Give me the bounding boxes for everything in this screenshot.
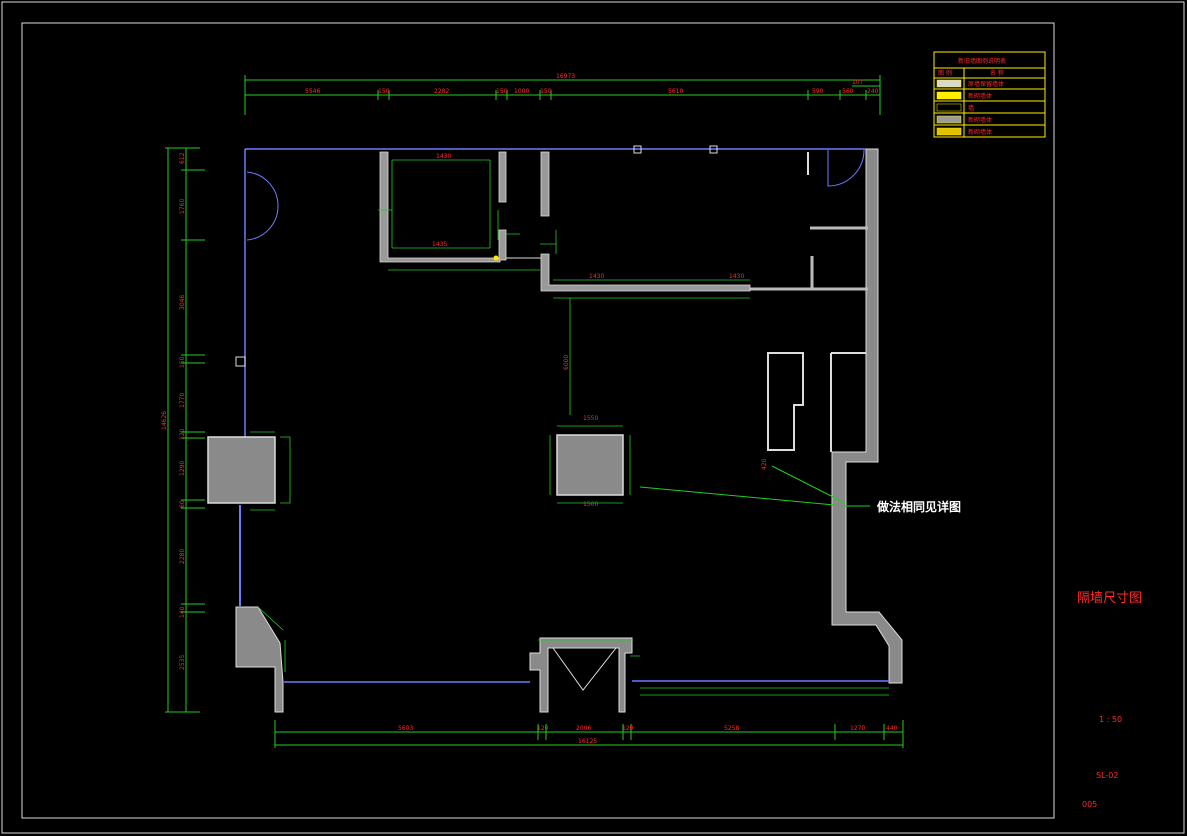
left-dim-9: 2280 bbox=[179, 549, 186, 564]
top-dim-6: 150 bbox=[540, 88, 552, 95]
bottom-dim-2: 120 bbox=[537, 725, 549, 732]
bottom-overall-dim: 16125 bbox=[578, 738, 597, 745]
left-dim-7: 1290 bbox=[179, 461, 186, 476]
legend-row-3: 墙 bbox=[968, 104, 974, 112]
inner-dim-7: 6000 bbox=[563, 355, 570, 370]
left-dim-11: 2535 bbox=[179, 655, 186, 670]
top-dim-extra: 107 bbox=[852, 79, 864, 86]
left-dim-10: 140 bbox=[179, 606, 186, 618]
left-overall-dim: 14626 bbox=[161, 411, 168, 430]
left-dim-4: 150 bbox=[179, 356, 186, 368]
legend-row-1: 原墙保留墙体 bbox=[968, 80, 1004, 88]
inner-frame bbox=[21, 22, 1055, 819]
top-overall-dim: 16973 bbox=[556, 73, 575, 80]
bottom-dim-4: 120 bbox=[622, 725, 634, 732]
floor-plan-drawing: 16973 5546 150 2282 150 1000 150 5610 59… bbox=[1, 1, 1185, 834]
drawing-title: 隔墙尺寸图 bbox=[1077, 591, 1142, 606]
inner-dim-8: 420 bbox=[761, 458, 768, 470]
inner-dim-5: 1550 bbox=[583, 415, 598, 422]
top-dim-10: 240 bbox=[867, 88, 879, 95]
bottom-dim-7: 440 bbox=[886, 725, 898, 732]
legend-title: 新旧墙图例说明表 bbox=[958, 57, 1006, 65]
left-dim-6: 120 bbox=[179, 428, 186, 440]
top-dim-5: 1000 bbox=[514, 88, 529, 95]
top-dim-1: 5546 bbox=[305, 88, 320, 95]
left-dim-5: 1770 bbox=[179, 393, 186, 408]
top-dim-8: 590 bbox=[812, 88, 824, 95]
legend-row-2: 新砌墙体 bbox=[968, 92, 992, 100]
inner-dim-1: 1430 bbox=[436, 153, 451, 160]
bottom-dim-3: 2006 bbox=[576, 725, 591, 732]
top-dim-7: 5610 bbox=[668, 88, 683, 95]
top-dim-3: 2282 bbox=[434, 88, 449, 95]
top-dimension-chain bbox=[244, 75, 881, 115]
building-walls bbox=[207, 145, 903, 713]
inner-dim-3: 1430 bbox=[589, 273, 604, 280]
bottom-dim-6: 1270 bbox=[850, 725, 865, 732]
top-dim-9: 560 bbox=[842, 88, 854, 95]
left-dim-8: 60 bbox=[179, 500, 186, 508]
legend-row-5: 新砌墙体 bbox=[968, 128, 992, 136]
legend-table: 新旧墙图例说明表 图 例 名 称 原墙保留墙体 新砌墙体 墙 新砌墙体 新砌墙体 bbox=[933, 51, 1046, 138]
bottom-dim-5: 5258 bbox=[724, 725, 739, 732]
detail-note: 做法相同见详图 bbox=[876, 499, 961, 514]
left-dim-labels: 14626 612 1760 3046 150 1770 120 1290 60… bbox=[161, 152, 186, 670]
inner-dim-6: 1500 bbox=[583, 501, 598, 508]
left-dim-2: 1760 bbox=[179, 199, 186, 214]
legend-head-symbol: 图 例 bbox=[938, 69, 952, 77]
inner-dim-2: 1435 bbox=[432, 241, 447, 248]
left-dim-1: 612 bbox=[179, 152, 186, 164]
drawing-scale: 1 : 50 bbox=[1099, 715, 1122, 724]
inner-dim-4: 1430 bbox=[729, 273, 744, 280]
top-dim-4: 150 bbox=[496, 88, 508, 95]
legend-head-name: 名 称 bbox=[990, 69, 1004, 77]
page-number: 005 bbox=[1082, 800, 1097, 809]
sheet-number: SL-02 bbox=[1096, 771, 1118, 780]
bottom-dim-1: 5603 bbox=[398, 725, 413, 732]
legend-row-4: 新砌墙体 bbox=[968, 116, 992, 124]
top-dim-2: 150 bbox=[378, 88, 390, 95]
left-dim-3: 3046 bbox=[179, 295, 186, 310]
